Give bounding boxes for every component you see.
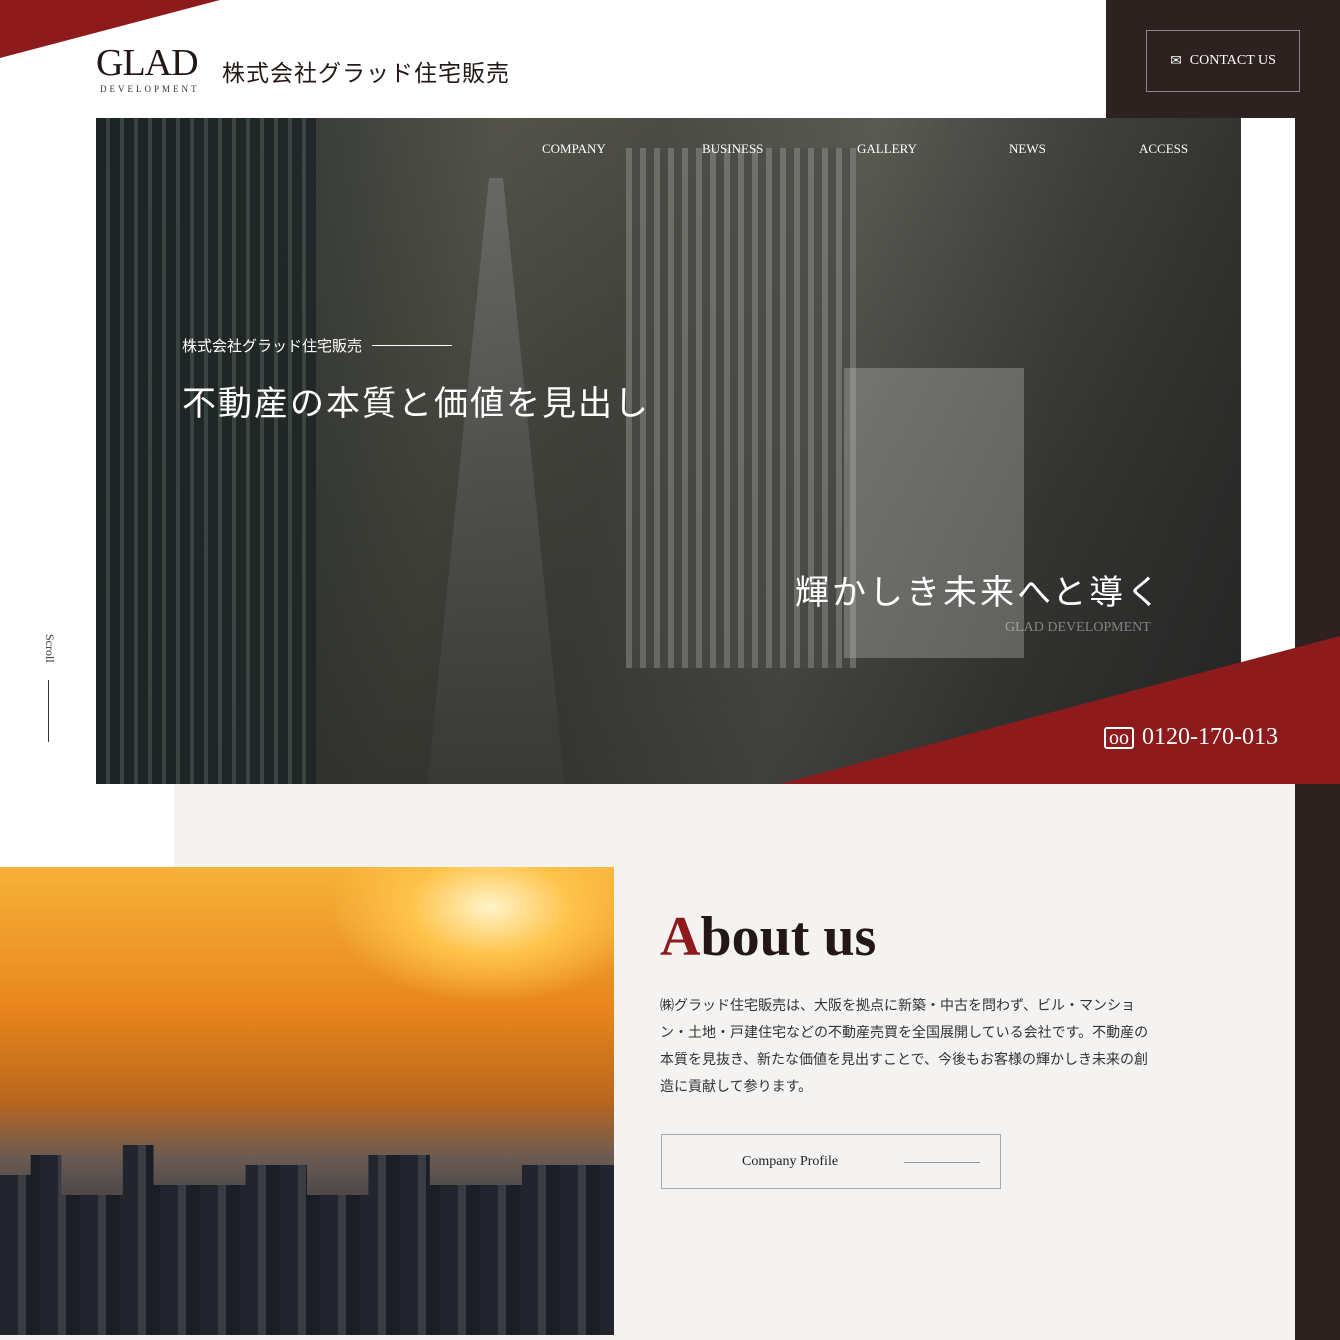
hero-image: [96, 118, 1241, 784]
hero-subtitle-text: 株式会社グラッド住宅販売: [182, 339, 363, 355]
nav-access[interactable]: ACCESS: [1139, 141, 1188, 157]
hero-title-1: 不動産の本質と価値を見出し: [182, 386, 650, 423]
hero-en-text: GLAD DEVELOPMENT: [1005, 620, 1151, 635]
phone-link[interactable]: oo 0120-170-013: [1104, 724, 1278, 751]
sunset-city-image: [0, 867, 614, 1335]
about-title-initial: A: [660, 906, 701, 968]
phone-number: 0120-170-013: [1142, 724, 1278, 750]
logo[interactable]: GLAD DEVELOPMENT: [96, 44, 200, 94]
company-name: 株式会社グラッド住宅販売: [222, 61, 510, 86]
logo-text: GLAD: [96, 42, 199, 84]
company-profile-label: Company Profile: [742, 1153, 839, 1169]
nav-business[interactable]: BUSINESS: [702, 141, 763, 157]
scroll-indicator[interactable]: Scroll: [42, 634, 57, 663]
about-title-rest: bout us: [700, 906, 877, 968]
nav-news[interactable]: NEWS: [1009, 141, 1046, 157]
about-text: ㈱グラッド住宅販売は、大阪を拠点に新築・中古を問わず、ビル・マンション・土地・戸…: [660, 999, 1149, 1095]
contact-button[interactable]: ✉ CONTACT US: [1146, 30, 1300, 92]
mail-icon: ✉: [1170, 53, 1182, 69]
company-profile-button[interactable]: Company Profile: [661, 1134, 1001, 1189]
contact-label: CONTACT US: [1189, 53, 1276, 68]
arrow-right-icon: [904, 1162, 980, 1163]
nav-gallery[interactable]: GALLERY: [857, 141, 917, 157]
scroll-line: [48, 680, 49, 742]
about-title: About us: [660, 905, 876, 969]
logo-subtitle: DEVELOPMENT: [100, 84, 200, 94]
free-dial-icon: oo: [1104, 726, 1134, 749]
hero-title-2: 輝かしき未来へと導く: [795, 575, 1164, 612]
nav-company[interactable]: COMPANY: [542, 141, 606, 157]
hero-subtitle: 株式会社グラッド住宅販売: [182, 335, 453, 356]
